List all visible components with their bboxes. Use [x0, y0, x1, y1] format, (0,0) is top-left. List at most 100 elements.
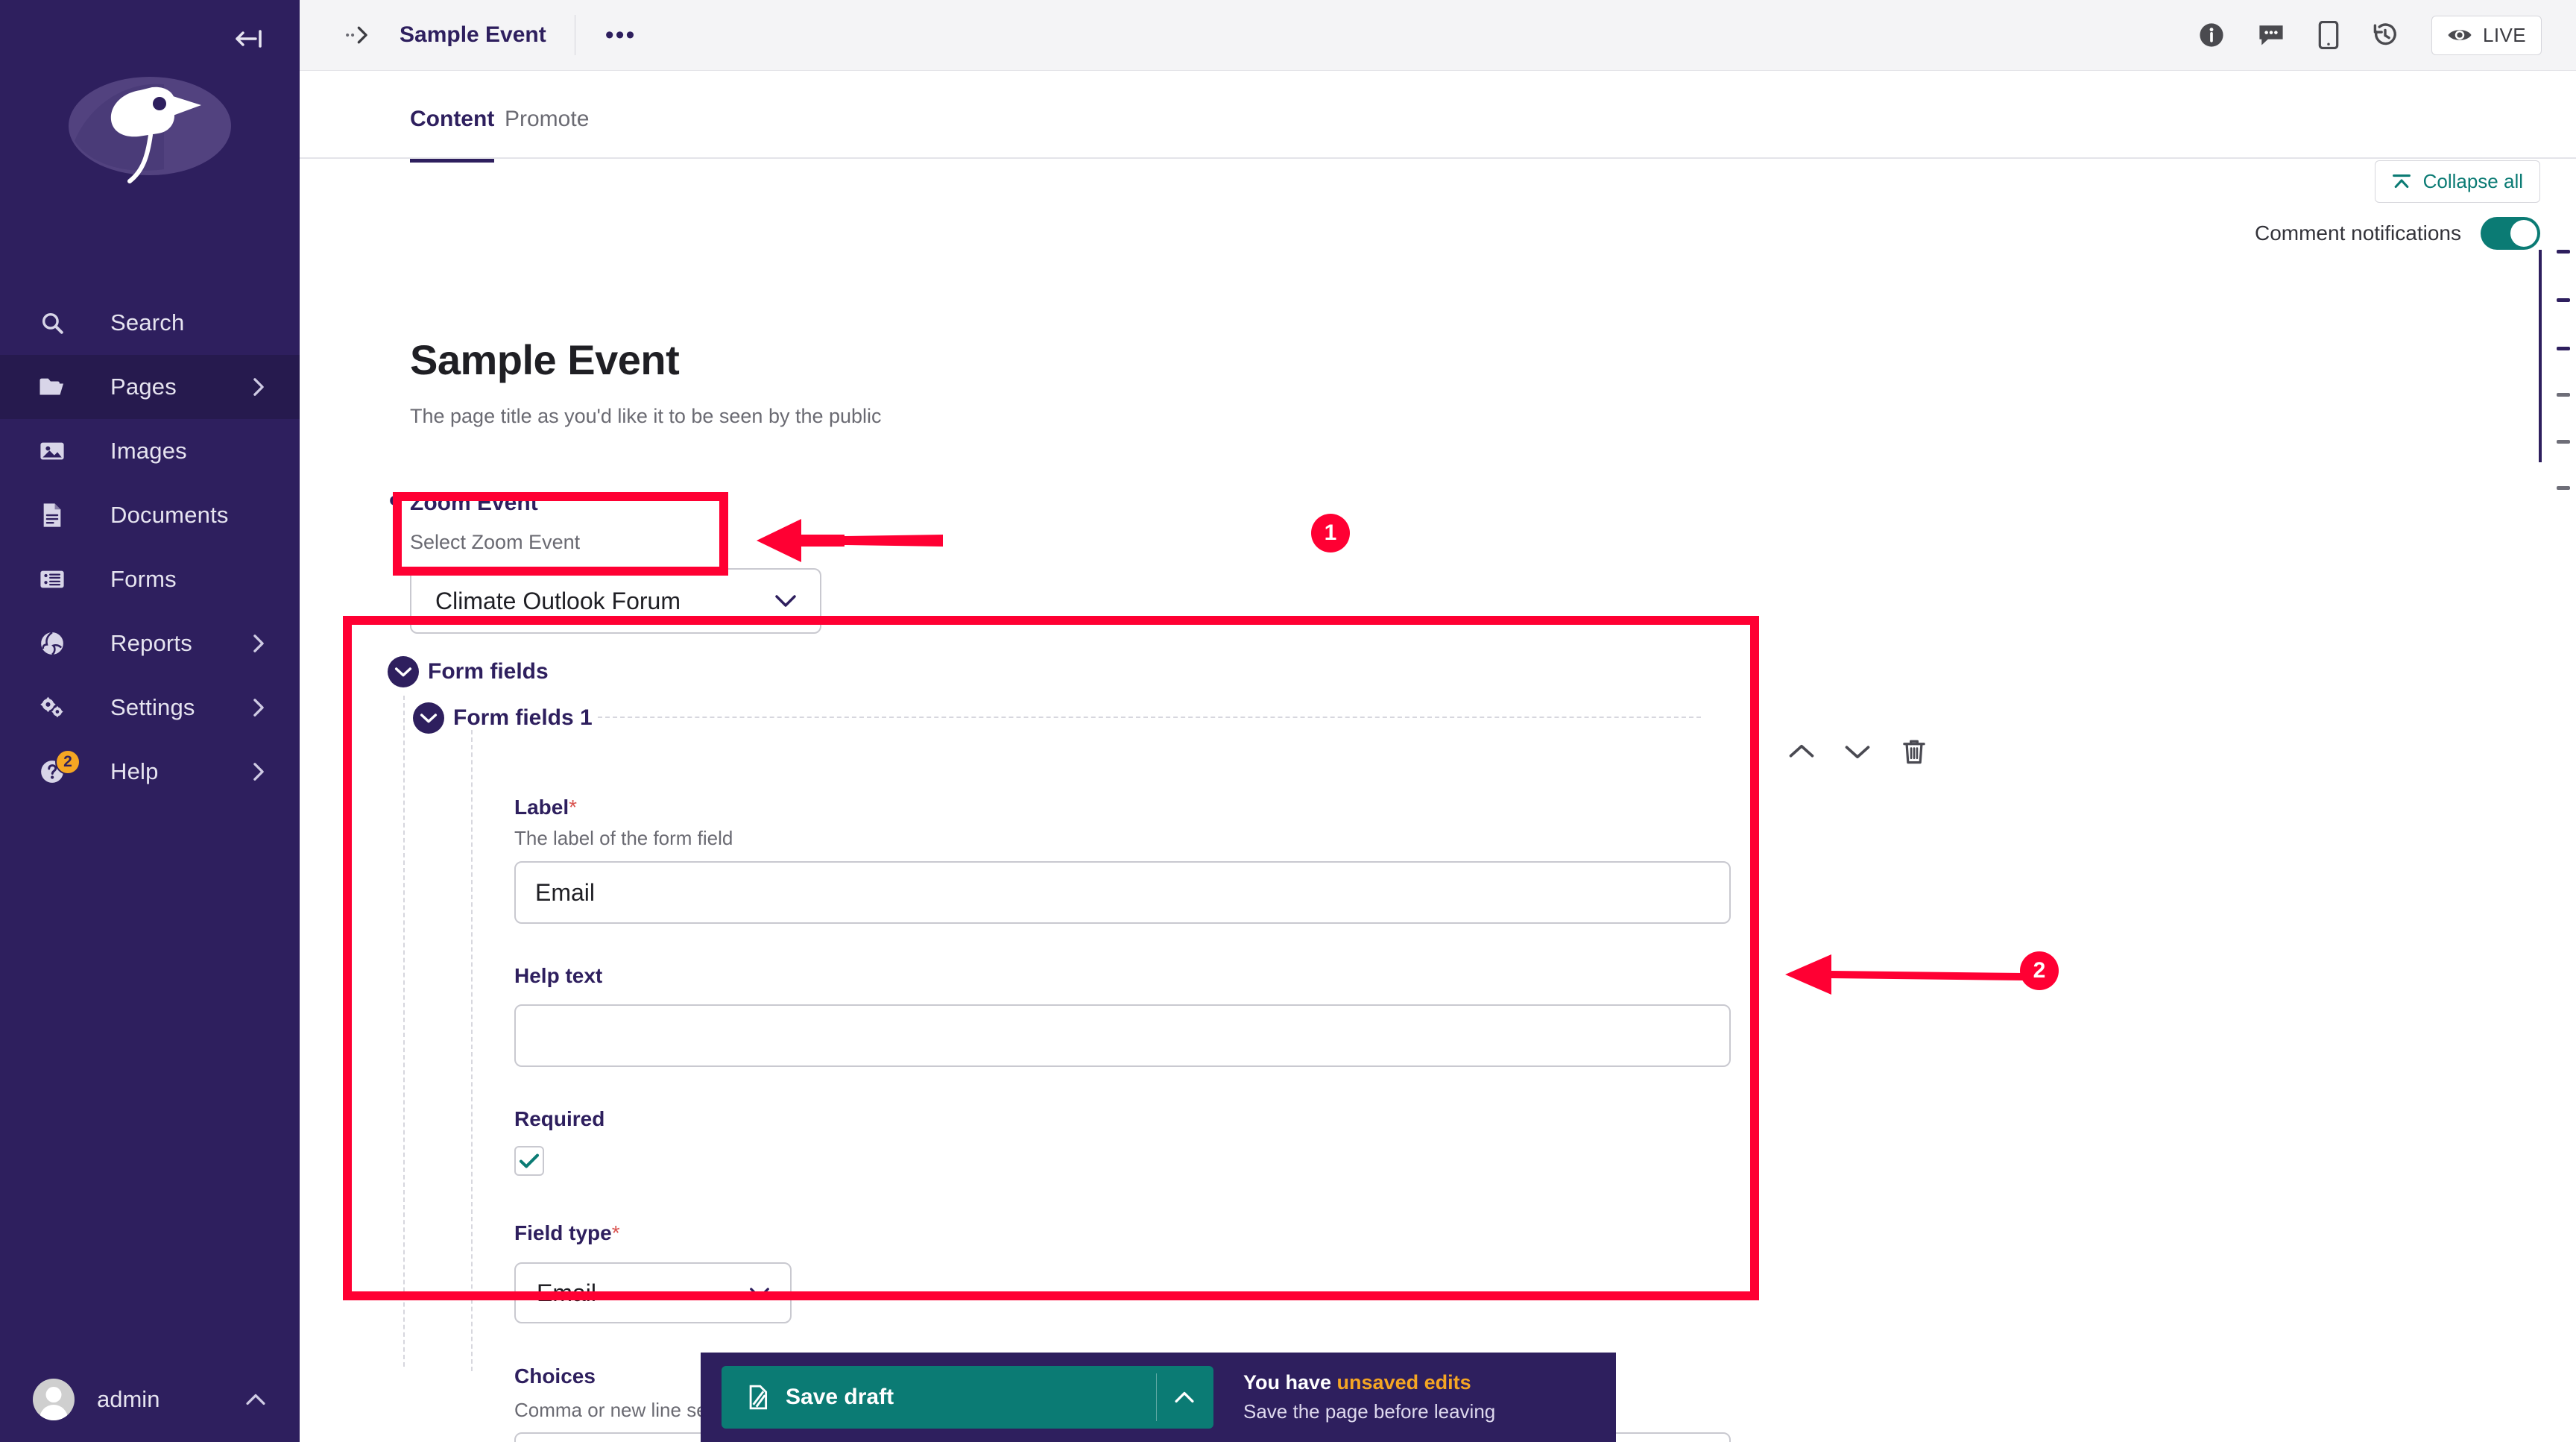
draft-icon	[747, 1385, 769, 1410]
sidebar-item-pages[interactable]: Pages	[0, 355, 300, 419]
document-icon	[33, 496, 72, 535]
chevron-right-icon	[250, 761, 267, 782]
form-fields-panel-toggle[interactable]	[388, 656, 419, 687]
zoom-event-select-value: Climate Outlook Forum	[435, 588, 681, 615]
forms-list-icon	[33, 560, 72, 599]
question-circle-icon: 2	[33, 752, 72, 791]
sidebar-item-search[interactable]: Search	[0, 291, 300, 355]
chevron-up-icon[interactable]	[244, 1392, 267, 1407]
sidebar-item-settings[interactable]: Settings	[0, 676, 300, 740]
sidebar-nav: Search Pages	[0, 291, 300, 804]
panel-guide-line	[403, 696, 405, 1367]
app-root: Search Pages	[0, 0, 2576, 1442]
label-input-value: Email	[535, 879, 595, 907]
globe-icon	[33, 624, 72, 663]
chevron-up-icon[interactable]	[1173, 1390, 1196, 1405]
field-choices-label: Choices	[514, 1364, 596, 1388]
avatar	[33, 1379, 75, 1420]
mobile-preview-icon[interactable]	[2318, 21, 2339, 49]
sidebar-item-label: Documents	[110, 502, 229, 529]
tab-content[interactable]: Content	[410, 107, 494, 163]
divider	[1156, 1373, 1157, 1421]
field-type-select[interactable]: Email	[514, 1262, 792, 1323]
topbar-actions: LIVE	[2199, 16, 2542, 55]
delete-icon[interactable]	[1901, 737, 1928, 766]
tab-bar: Content Promote	[300, 71, 2576, 159]
collapse-up-icon	[2392, 173, 2411, 191]
sidebar-item-forms[interactable]: Forms	[0, 547, 300, 611]
move-down-icon[interactable]	[1843, 742, 1872, 761]
tab-promote[interactable]: Promote	[505, 107, 589, 159]
wagtail-bird-logo	[0, 49, 300, 221]
sidebar-user-menu[interactable]: admin	[0, 1357, 300, 1442]
more-actions-button[interactable]: •••	[601, 20, 641, 51]
form-fields-panel-title: Form fields	[428, 659, 549, 684]
comment-notifications: Comment notifications	[2255, 217, 2540, 250]
section-minimap[interactable]	[2531, 160, 2576, 608]
save-draft-label: Save draft	[786, 1385, 894, 1410]
zoom-event-title: Zoom Event	[410, 491, 538, 516]
minimap-progress-line	[2539, 250, 2542, 462]
top-bar: Sample Event •••	[300, 0, 2576, 71]
info-icon[interactable]	[2199, 22, 2224, 48]
move-up-icon[interactable]	[1787, 742, 1816, 761]
form-fields-1-toggle[interactable]	[413, 702, 444, 734]
sidebar-item-documents[interactable]: Documents	[0, 483, 300, 547]
field-label-label: Label*	[514, 796, 577, 819]
sidebar-item-images[interactable]: Images	[0, 419, 300, 483]
save-bar: Save draft You have unsaved edits Save t…	[701, 1353, 1616, 1442]
form-fields-1-rule	[598, 717, 1701, 718]
cogs-icon	[33, 688, 72, 727]
chevron-right-icon	[250, 697, 267, 718]
sidebar-item-reports[interactable]: Reports	[0, 611, 300, 676]
minimap-dash[interactable]	[2557, 347, 2570, 350]
help-text-input[interactable]	[514, 1004, 1731, 1067]
sidebar-item-label: Settings	[110, 694, 195, 721]
content-page-title-help: The page title as you'd like it to be se…	[410, 405, 882, 428]
minimap-dash[interactable]	[2557, 298, 2570, 302]
unsaved-edits-message: You have unsaved edits Save the page bef…	[1243, 1371, 1495, 1423]
comment-notifications-label: Comment notifications	[2255, 221, 2461, 245]
minimap-dash[interactable]	[2557, 250, 2570, 254]
main-content: Content Promote Collapse all Comment not…	[300, 71, 2576, 1442]
minimap-dash[interactable]	[2557, 440, 2570, 444]
zoom-event-help: Select Zoom Event	[410, 531, 580, 554]
history-icon[interactable]	[2372, 22, 2399, 48]
folder-icon	[33, 368, 72, 406]
comments-icon[interactable]	[2257, 22, 2285, 48]
zoom-event-select[interactable]: Climate Outlook Forum	[410, 568, 821, 634]
search-icon	[33, 303, 72, 342]
sidebar-item-label: Search	[110, 309, 184, 336]
chevron-right-icon	[250, 377, 267, 397]
field-type-label: Field type*	[514, 1221, 620, 1245]
collapse-all-label: Collapse all	[2423, 170, 2523, 193]
sidebar-item-label: Pages	[110, 374, 177, 400]
unsaved-prefix: You have	[1243, 1371, 1337, 1394]
collapse-all-button[interactable]: Collapse all	[2375, 160, 2540, 203]
live-label: LIVE	[2483, 24, 2526, 47]
minimap-dash[interactable]	[2557, 393, 2570, 397]
form-fields-1-title: Form fields 1	[453, 705, 593, 731]
field-required-label: Required	[514, 1107, 604, 1131]
field-type-select-value: Email	[537, 1279, 596, 1307]
field-label-help: The label of the form field	[514, 827, 733, 850]
field-helptext-label: Help text	[514, 964, 602, 988]
page-title: Sample Event	[400, 22, 546, 48]
label-input[interactable]: Email	[514, 861, 1731, 924]
sidebar-item-label: Images	[110, 438, 187, 465]
minimap-dash[interactable]	[2557, 486, 2570, 490]
sidebar-item-help[interactable]: 2 Help	[0, 740, 300, 804]
chevron-right-icon	[250, 633, 267, 654]
breadcrumb-expand-icon[interactable]	[344, 25, 371, 45]
required-checkbox[interactable]	[514, 1146, 544, 1176]
live-status-button[interactable]: LIVE	[2431, 16, 2542, 55]
save-draft-button[interactable]: Save draft	[722, 1366, 1213, 1429]
field-guide-line	[471, 730, 473, 1371]
chevron-down-icon	[748, 1286, 771, 1300]
sidebar: Search Pages	[0, 0, 300, 1442]
sidebar-username: admin	[97, 1386, 160, 1413]
sidebar-item-label: Forms	[110, 566, 177, 593]
sidebar-item-label: Reports	[110, 630, 192, 657]
paragraph-icon: ¶	[389, 490, 404, 521]
sidebar-item-label: Help	[110, 758, 159, 785]
